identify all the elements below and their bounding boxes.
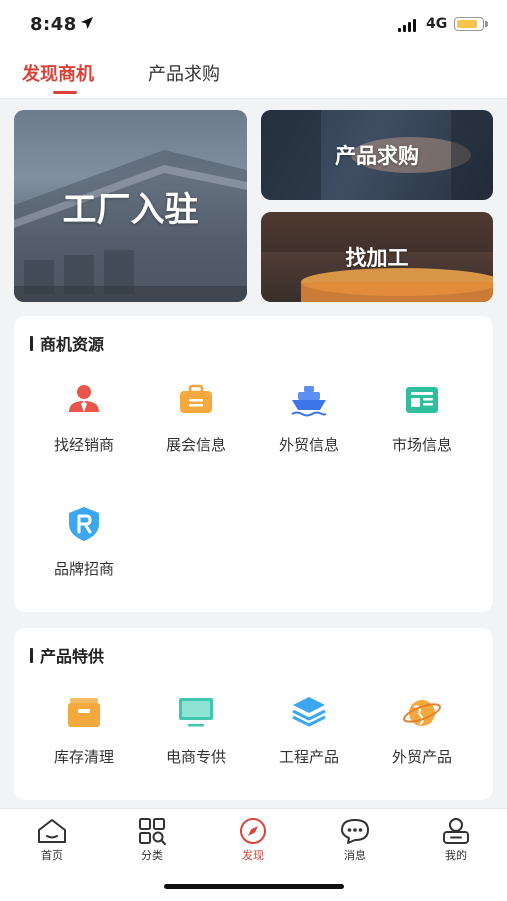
nav-label: 消息 xyxy=(344,849,366,862)
inventory-box-icon xyxy=(68,698,100,727)
engineering-products-item[interactable]: 工程产品 xyxy=(253,692,365,767)
item-label: 库存清理 xyxy=(53,748,114,766)
person-icon xyxy=(69,385,99,412)
section-title-text: 产品特供 xyxy=(40,647,105,666)
factory-join-banner[interactable]: 工厂入驻 xyxy=(14,110,247,302)
section-title: 商机资源 xyxy=(30,331,104,355)
section-title: 产品特供 xyxy=(30,643,104,667)
nav-label: 发现 xyxy=(242,849,264,862)
nav-label: 分类 xyxy=(141,849,163,862)
nav-label: 我的 xyxy=(445,849,467,862)
layers-icon xyxy=(292,697,326,727)
newspaper-icon xyxy=(406,387,438,413)
status-bar: 8:48 4G xyxy=(0,0,507,50)
find-distributor-item[interactable]: 找经销商 xyxy=(28,380,140,455)
nav-category[interactable]: 分类 xyxy=(122,817,182,863)
home-indicator[interactable] xyxy=(164,884,344,889)
foreign-trade-info-item[interactable]: 外贸信息 xyxy=(253,380,365,455)
item-label: 外贸信息 xyxy=(278,436,339,454)
exhibition-info-item[interactable]: 展会信息 xyxy=(140,380,252,455)
profile-icon xyxy=(443,818,469,844)
tab-discover-opportunities[interactable]: 发现商机 xyxy=(22,60,94,86)
item-label: 市场信息 xyxy=(391,436,452,454)
nav-home[interactable]: 首页 xyxy=(22,817,82,863)
product-purchase-label: 产品求购 xyxy=(335,144,419,168)
find-processing-banner[interactable]: 找加工 xyxy=(261,212,493,302)
tab-product-purchase[interactable]: 产品求购 xyxy=(148,60,220,86)
nav-messages[interactable]: 消息 xyxy=(325,817,385,863)
monitor-icon xyxy=(179,698,213,727)
section-title-text: 商机资源 xyxy=(40,335,105,354)
location-arrow-icon xyxy=(81,17,93,29)
home-icon xyxy=(38,819,66,843)
market-info-item[interactable]: 市场信息 xyxy=(366,380,478,455)
ship-icon xyxy=(291,386,327,417)
item-label: 电商专供 xyxy=(165,748,226,766)
nav-profile[interactable]: 我的 xyxy=(426,817,486,863)
battery-icon xyxy=(454,17,488,31)
item-label: 找经销商 xyxy=(53,436,114,454)
title-bar xyxy=(30,335,33,351)
network-type: 4G xyxy=(426,16,448,32)
globe-icon xyxy=(403,700,441,726)
product-specials-card: 产品特供 库存清理 电商专供 工程产品 外贸产品 xyxy=(14,628,493,800)
status-time: 8:48 xyxy=(30,14,77,35)
ecommerce-supply-item[interactable]: 电商专供 xyxy=(140,692,252,767)
briefcase-icon xyxy=(180,384,212,413)
top-tabs: 发现商机 产品求购 xyxy=(0,50,507,99)
brand-investment-item[interactable]: 品牌招商 xyxy=(28,504,140,579)
signal-icon xyxy=(398,18,416,32)
brand-shield-icon xyxy=(69,507,99,541)
item-label: 外贸产品 xyxy=(391,748,452,766)
inventory-clearance-item[interactable]: 库存清理 xyxy=(28,692,140,767)
find-processing-label: 找加工 xyxy=(345,246,409,270)
item-label: 展会信息 xyxy=(165,436,226,454)
item-label: 工程产品 xyxy=(278,748,339,766)
item-label: 品牌招商 xyxy=(53,560,114,578)
message-icon xyxy=(341,819,369,844)
business-resources-card: 商机资源 找经销商 展会信息 外贸信息 市场信息 品牌招商 xyxy=(14,316,493,612)
compass-icon xyxy=(240,818,266,844)
nav-discover[interactable]: 发现 xyxy=(223,817,283,863)
product-purchase-banner[interactable]: 产品求购 xyxy=(261,110,493,200)
nav-label: 首页 xyxy=(41,849,63,862)
factory-join-label: 工厂入驻 xyxy=(62,189,199,230)
category-icon xyxy=(139,818,166,845)
title-bar xyxy=(30,647,33,663)
active-tab-indicator xyxy=(53,91,77,94)
foreign-trade-products-item[interactable]: 外贸产品 xyxy=(366,692,478,767)
